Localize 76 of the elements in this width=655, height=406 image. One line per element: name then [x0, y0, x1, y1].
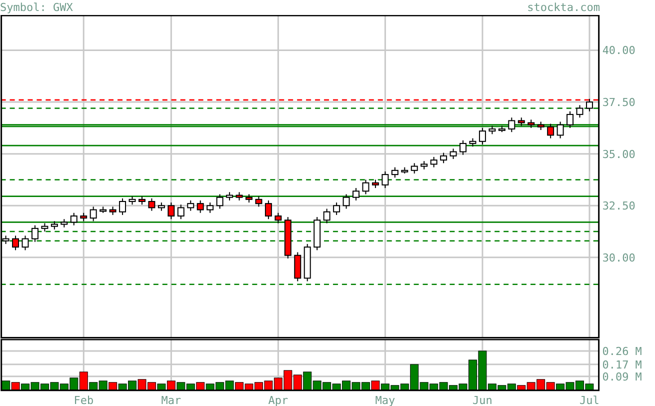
candlestick — [246, 194, 252, 203]
axis-label: 40.00 — [602, 44, 636, 58]
candlestick — [566, 110, 574, 128]
candlestick — [352, 187, 360, 201]
candlestick — [410, 162, 418, 174]
candlestick — [264, 200, 272, 220]
candlestick — [537, 121, 544, 130]
candlestick — [12, 235, 19, 251]
candlestick — [576, 104, 584, 118]
month-label: Jul — [580, 394, 600, 406]
candlestick — [333, 202, 340, 216]
candlestick — [255, 196, 262, 208]
candlestick — [50, 220, 58, 230]
candlestick — [488, 125, 496, 135]
candlestick — [226, 192, 234, 201]
candlestick — [31, 224, 38, 242]
candlestick — [236, 192, 243, 201]
month-label: May — [375, 394, 396, 406]
candlestick — [70, 212, 78, 226]
candlestick — [148, 198, 156, 212]
candlestick — [314, 216, 321, 251]
candlestick — [304, 243, 311, 282]
candlestick — [100, 206, 107, 214]
candlestick — [168, 202, 175, 220]
axis-label: 32.50 — [602, 200, 636, 213]
candlestick — [508, 117, 516, 133]
candlestick — [80, 212, 88, 222]
candlestick — [547, 123, 554, 139]
candlestick — [41, 222, 48, 232]
candlestick — [274, 212, 282, 224]
candlestick — [518, 117, 525, 126]
site-name: stockta.com — [527, 0, 600, 14]
candlestick — [206, 202, 214, 214]
candlestick — [440, 152, 448, 164]
candlestick — [430, 156, 438, 168]
candlestick — [323, 208, 330, 224]
candlestick — [119, 198, 126, 216]
month-label: Mar — [161, 394, 182, 406]
candlestick — [60, 218, 68, 228]
candlestick — [401, 166, 408, 174]
axis-label: 0.17 M — [602, 358, 642, 372]
candlestick — [362, 179, 370, 195]
candlestick — [128, 196, 136, 206]
month-label: Jun — [472, 394, 492, 406]
candlestick — [391, 166, 398, 178]
axis-label: 37.50 — [602, 96, 636, 109]
candlestick — [187, 200, 194, 212]
candlestick — [196, 200, 204, 214]
symbol-label: Symbol: GWX — [0, 0, 73, 14]
candlestick — [469, 138, 476, 148]
month-label: Feb — [74, 394, 94, 406]
candlestick — [450, 148, 457, 160]
candlestick — [216, 194, 224, 210]
candlestick — [372, 179, 379, 188]
candlestick — [498, 125, 506, 133]
candlestick — [138, 196, 146, 206]
month-label: Apr — [268, 394, 288, 406]
candlestick — [294, 252, 302, 282]
candlestick — [342, 194, 350, 210]
candlestick — [109, 206, 116, 216]
candlestick — [528, 119, 535, 128]
candlestick — [478, 127, 486, 145]
candlestick — [420, 160, 428, 170]
candlestick — [556, 121, 564, 139]
candlestick — [460, 140, 466, 156]
candlestick — [284, 216, 292, 259]
axis-label: 0.09 M — [602, 370, 642, 384]
axis-label: 35.00 — [602, 148, 636, 161]
candlestick — [158, 202, 165, 212]
axis-label: 0.26 M — [602, 345, 642, 358]
axis-label: 30.00 — [602, 251, 636, 264]
candlestick — [382, 170, 389, 188]
candlestick — [90, 206, 97, 222]
candlestick — [586, 98, 593, 112]
candlestick — [177, 204, 184, 220]
candlestick — [22, 235, 29, 251]
